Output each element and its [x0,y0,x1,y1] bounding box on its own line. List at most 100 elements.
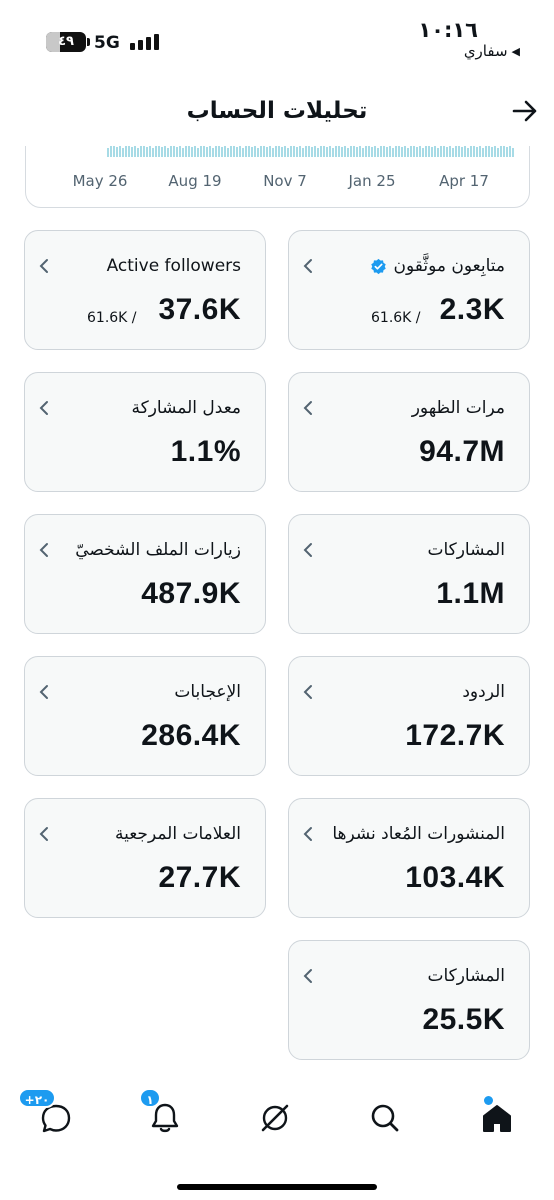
chart-bar [185,146,187,157]
nav-messages[interactable]: +٢٠ [18,1088,76,1138]
chevron-left-icon [39,827,48,841]
chart-bar [164,145,166,157]
chart-bar [161,147,163,157]
x-tick-label: Jan 25 [348,172,396,190]
chart-bar [224,145,226,157]
card-value: 37.6K [158,293,241,326]
chart-bar [206,147,208,157]
active-followers-card[interactable]: Active followers 37.6K 61.6K / [24,230,266,350]
chevron-left-icon [303,685,312,699]
chart-bar [341,147,343,157]
card-label-row: متابِعون موثَّقون [370,256,505,276]
chart-bar [257,148,259,157]
chart-bar [149,145,151,157]
chart-bar [131,147,133,157]
chart-bar [122,148,124,157]
shares-card[interactable]: المشاركات 25.5K [288,940,530,1060]
chart-bar [377,148,379,157]
likes-card[interactable]: الإعجابات 286.4K [24,656,266,776]
replies-card[interactable]: الردود 172.7K [288,656,530,776]
nav-grok[interactable] [255,1098,295,1138]
bookmarks-card[interactable]: العلامات المرجعية 27.7K [24,798,266,918]
search-icon [371,1104,399,1132]
chart-bar [110,146,112,157]
engagements-card[interactable]: المشاركات 1.1M [288,514,530,634]
chart-bar [491,147,493,157]
chevron-left-icon [303,827,312,841]
chart-bar [455,146,457,157]
bottom-navigation: +٢٠ ١ [0,1078,554,1200]
card-label: المشاركات [427,540,505,560]
chart-bar [239,145,241,157]
chart-bar [284,145,286,157]
chart-bar [191,147,193,157]
chart-bar [152,148,154,157]
back-to-app-link[interactable]: سفاري ◀ [464,42,520,60]
card-value: 103.4K [405,861,505,894]
chart-bar [500,146,502,157]
chart-bar [506,147,508,157]
card-label: العلامات المرجعية [114,824,241,844]
chart-bar [461,147,463,157]
chart-bar [425,146,427,157]
chart-bar [485,146,487,157]
chart-bar [419,145,421,157]
chart-bar [125,146,127,157]
chart-bar [464,145,466,157]
chart-bar [386,147,388,157]
chevron-left-icon [303,401,312,415]
chart-bar [392,148,394,157]
card-value: 1.1% [170,435,241,468]
chart-bar [389,145,391,157]
chart-bar [299,145,301,157]
impressions-card[interactable]: مرات الظهور 94.7M [288,372,530,492]
back-triangle-icon: ◀ [511,44,520,58]
chart-bar [362,148,364,157]
card-value: 27.7K [158,861,241,894]
nav-search[interactable] [365,1098,405,1138]
chart-bar [380,146,382,157]
chart-bar [317,148,319,157]
card-value: 286.4K [141,719,241,752]
card-label: الردود [462,682,505,702]
back-arrow-icon[interactable] [510,96,540,126]
reposts-card[interactable]: المنشورات المُعاد نشرها 103.4K [288,798,530,918]
chart-bar [407,148,409,157]
profile-visits-card[interactable]: زيارات الملف الشخصيّ 487.9K [24,514,266,634]
chart-bar [449,145,451,157]
chart-bar [416,147,418,157]
messages-badge: +٢٠ [18,1088,56,1108]
chart-bar [476,147,478,157]
chart-bar [494,145,496,157]
chart-bar [179,145,181,157]
chevron-left-icon [303,259,312,273]
chevron-left-icon [39,543,48,557]
chart-bar [311,147,313,157]
card-label: Active followers [106,256,241,276]
chart-bar [146,147,148,157]
chart-bar [482,148,484,157]
card-value: 172.7K [405,719,505,752]
header: تحليلات الحساب [0,90,554,136]
nav-home[interactable] [477,1096,517,1138]
chart-bar [470,146,472,157]
engagement-rate-card[interactable]: معدل المشاركة 1.1% [24,372,266,492]
chart-bar [440,146,442,157]
home-indicator[interactable] [177,1184,377,1190]
x-tick-label: Aug 19 [168,172,222,190]
chart-bar [167,148,169,157]
card-sub-value: 61.6K / [87,310,137,326]
chart-bar [254,145,256,157]
chart-bar [281,147,283,157]
status-bar: ١٠:١٦ سفاري ◀ ٤٩ 5G [0,0,554,70]
chart-bar [452,148,454,157]
verified-followers-card[interactable]: متابِعون موثَّقون 2.3K 61.6K / [288,230,530,350]
x-tick-label: Apr 17 [439,172,489,190]
card-value: 487.9K [141,577,241,610]
nav-notifications[interactable]: ١ [139,1088,185,1138]
card-sub-value: 61.6K / [371,310,421,326]
chart-bar [404,145,406,157]
chart-bar [431,147,433,157]
chart-bar [200,146,202,157]
chart-bar [134,145,136,157]
